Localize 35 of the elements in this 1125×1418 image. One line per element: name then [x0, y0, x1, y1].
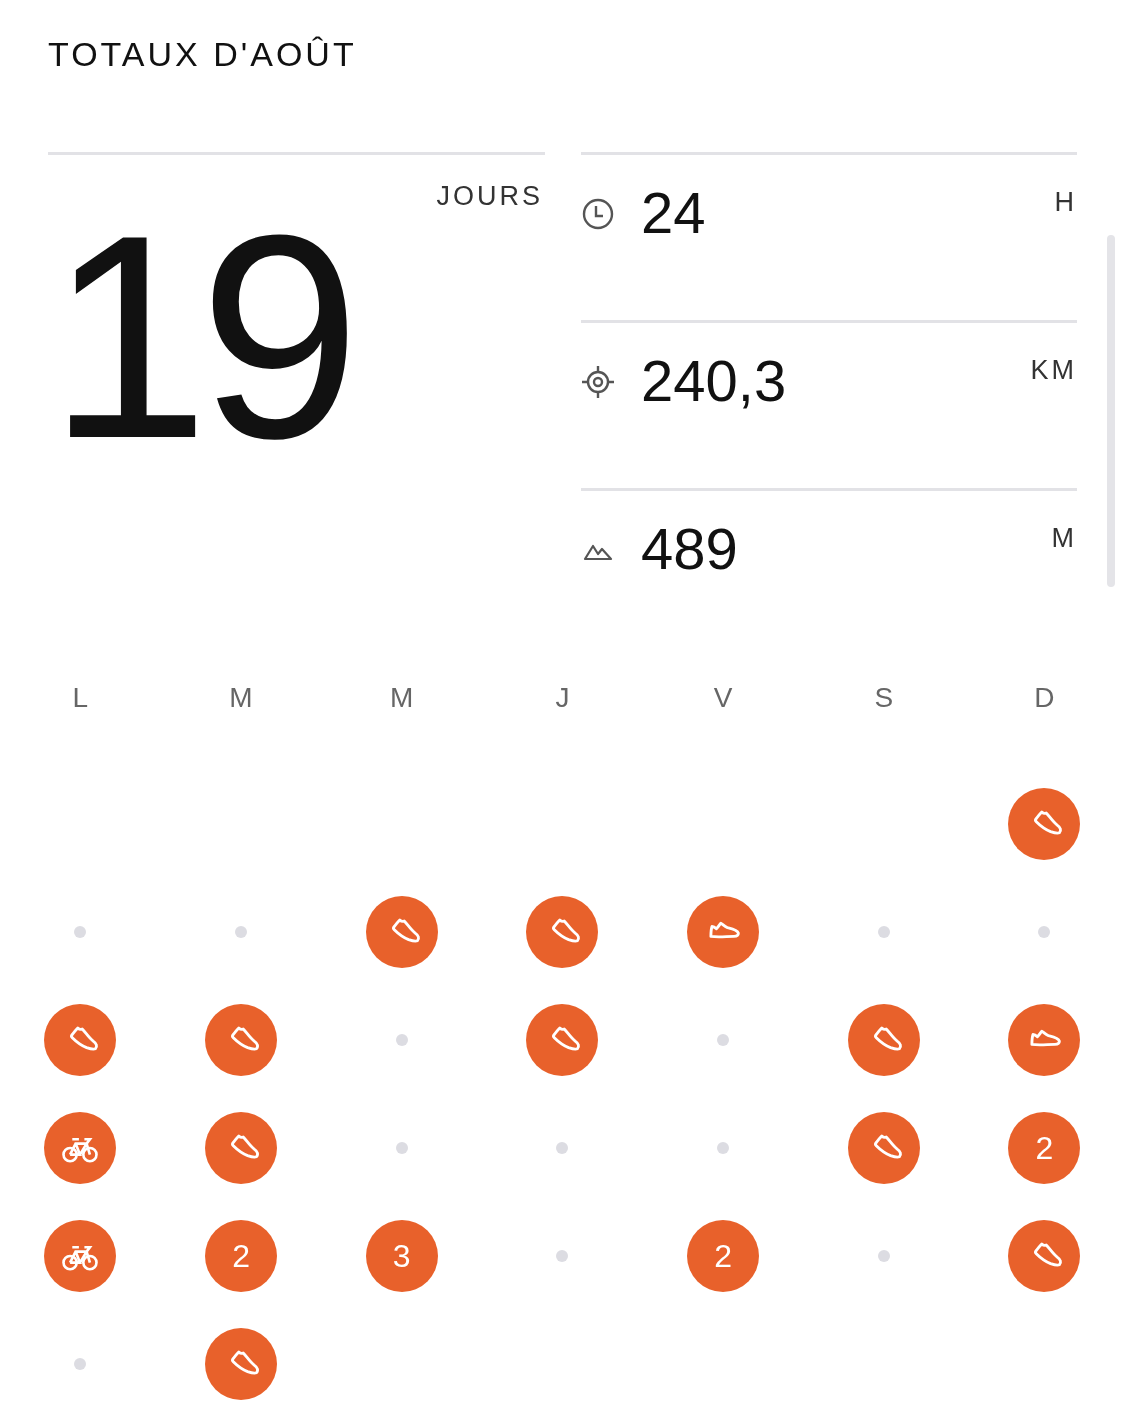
- weekday-label: S: [874, 682, 894, 713]
- rest-dot: [717, 1142, 730, 1154]
- page-title: TOTAUX D'AOÛT: [47, 34, 358, 74]
- rest-dot: [877, 1250, 890, 1262]
- rest-dot: [877, 926, 890, 938]
- weekday-label: D: [1034, 682, 1055, 713]
- rest-dot: [717, 1034, 730, 1046]
- rest-dot: [74, 926, 87, 938]
- stat-unit: KM: [1030, 355, 1077, 386]
- rest-dot: [556, 1142, 569, 1154]
- rest-dot: [395, 1142, 408, 1154]
- scroll-bar[interactable]: [1107, 235, 1115, 587]
- weekday-label: M: [229, 682, 253, 713]
- rest-dot: [395, 1034, 408, 1046]
- rest-dot: [1038, 926, 1051, 938]
- rest-dot: [556, 1250, 569, 1262]
- weekday-label: L: [72, 682, 89, 713]
- stat-value: 489: [641, 519, 738, 579]
- weekday-label: J: [555, 682, 570, 713]
- activity-count[interactable]: 2: [205, 1220, 278, 1292]
- stat-unit: H: [1054, 187, 1077, 218]
- rest-dot: [235, 926, 248, 938]
- activity-count[interactable]: 3: [365, 1220, 438, 1292]
- clock-icon: [581, 197, 615, 231]
- weekday-label: V: [713, 682, 733, 713]
- days-unit: JOURS: [436, 181, 543, 212]
- stat-unit: M: [1051, 523, 1077, 554]
- activity-count[interactable]: 2: [1008, 1112, 1081, 1184]
- days-count: 19: [48, 191, 351, 481]
- target-icon: [581, 365, 615, 399]
- stat-value: 24: [641, 183, 706, 243]
- stat-value: 240,3: [641, 351, 787, 411]
- activity-count[interactable]: 2: [687, 1220, 760, 1292]
- weekday-label: M: [390, 682, 414, 713]
- rest-dot: [74, 1358, 87, 1370]
